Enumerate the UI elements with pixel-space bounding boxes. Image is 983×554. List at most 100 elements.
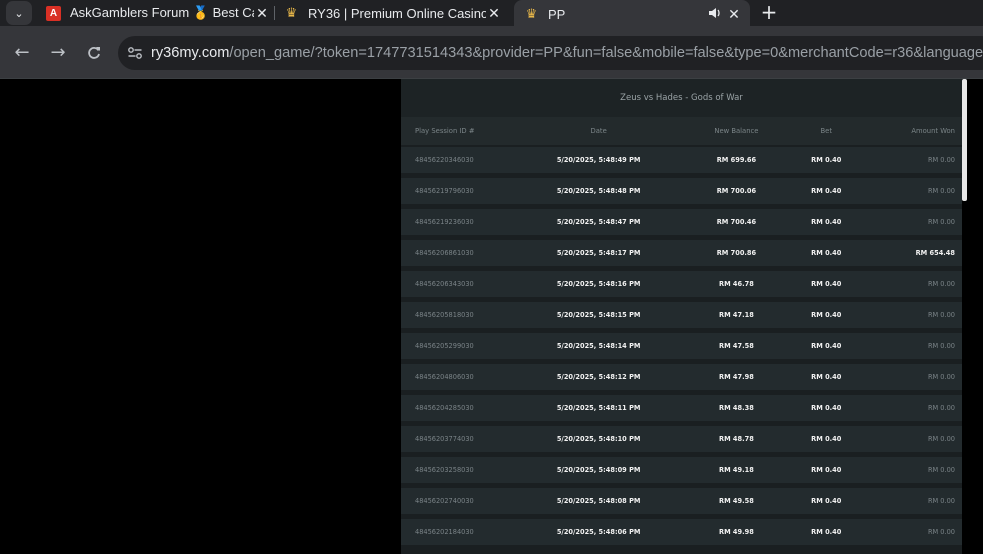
url-host: ry36my.com: [151, 45, 230, 61]
new-balance-cell: RM 49.98: [719, 528, 754, 536]
back-arrow-icon[interactable]: ←: [9, 40, 35, 66]
tab-title: PP: [548, 6, 566, 22]
new-tab-button[interactable]: +: [759, 1, 779, 23]
scrollbar-thumb[interactable]: [962, 79, 967, 201]
new-balance-cell: RM 47.58: [719, 342, 754, 350]
url-path: /open_game/?token=1747731514343&provider…: [229, 45, 983, 61]
session-id-cell: 48456205299030: [415, 342, 474, 350]
tab-search-button[interactable]: ⌄: [6, 1, 32, 25]
amount-won-cell: RM 0.00: [927, 280, 955, 288]
session-id-cell: 48456203258030: [415, 466, 474, 474]
column-header-bet: Bet: [820, 127, 832, 135]
session-id-cell: 48456204806030: [415, 373, 474, 381]
amount-won-cell: RM 0.00: [927, 373, 955, 381]
amount-won-cell: RM 654.48: [915, 249, 955, 257]
session-id-cell: 48456220346030: [415, 156, 474, 164]
chevron-down-icon: ⌄: [14, 6, 24, 20]
amount-won-cell: RM 0.00: [927, 342, 955, 350]
table-row[interactable]: 48456220346030 5/20/2025, 5:48:49 PM RM 69…: [401, 147, 962, 173]
new-balance-cell: RM 47.98: [719, 373, 754, 381]
amount-won-cell: RM 0.00: [927, 435, 955, 443]
session-id-cell: 48456219236030: [415, 218, 474, 226]
bet-cell: RM 0.40: [811, 156, 842, 164]
askgamblers-icon: A: [46, 5, 61, 21]
table-row[interactable]: 48456204806030 5/20/2025, 5:48:12 PM RM 47…: [401, 364, 962, 390]
session-id-cell: 48456219796030: [415, 187, 474, 195]
speaker-icon[interactable]: [706, 6, 722, 22]
tab-title: AskGamblers Forum 🥇 Best Casino: [70, 5, 254, 20]
new-balance-cell: RM 49.58: [719, 497, 754, 505]
session-id-cell: 48456204285030: [415, 404, 474, 412]
bet-cell: RM 0.40: [811, 311, 842, 319]
address-bar[interactable]: ry36my.com/open_game/?token=174773151434…: [118, 36, 983, 70]
close-tab-icon[interactable]: ✕: [486, 5, 502, 22]
session-id-cell: 48456206861030: [415, 249, 474, 257]
amount-won-cell: RM 0.00: [927, 311, 955, 319]
table-row[interactable]: 48456205299030 5/20/2025, 5:48:14 PM RM 47…: [401, 333, 962, 359]
amount-won-cell: RM 0.00: [927, 218, 955, 226]
tab-askgamblers[interactable]: A AskGamblers Forum 🥇 Best Casino ✕: [46, 0, 270, 26]
table-row[interactable]: 48456203258030 5/20/2025, 5:48:09 PM RM 49…: [401, 457, 962, 483]
date-cell: 5/20/2025, 5:48:08 PM: [556, 497, 641, 505]
date-cell: 5/20/2025, 5:48:48 PM: [556, 187, 641, 195]
date-cell: 5/20/2025, 5:48:06 PM: [556, 528, 641, 536]
history-table-body: 48456220346030 5/20/2025, 5:48:49 PM RM 69…: [401, 147, 962, 545]
bet-cell: RM 0.40: [811, 249, 842, 257]
crown-icon: ♛: [525, 6, 538, 21]
new-balance-cell: RM 699.66: [716, 156, 757, 164]
amount-won-cell: RM 0.00: [927, 187, 955, 195]
url-text: ry36my.com/open_game/?token=174773151434…: [151, 45, 983, 61]
column-header-amount-won: Amount Won: [911, 127, 955, 135]
history-table-header: Play Session ID # Date New Balance Bet A…: [401, 117, 962, 145]
table-row[interactable]: 48456202740030 5/20/2025, 5:48:08 PM RM 49…: [401, 488, 962, 514]
date-cell: 5/20/2025, 5:48:12 PM: [556, 373, 641, 381]
close-tab-icon[interactable]: ✕: [254, 5, 270, 22]
table-row[interactable]: 48456206861030 5/20/2025, 5:48:17 PM RM 70…: [401, 240, 962, 266]
date-cell: 5/20/2025, 5:48:15 PM: [556, 311, 641, 319]
tab-ry36[interactable]: ♛ RY36 | Premium Online Casino Games ✕: [284, 0, 502, 26]
table-row[interactable]: 48456202184030 5/20/2025, 5:48:06 PM RM 49…: [401, 519, 962, 545]
date-cell: 5/20/2025, 5:48:11 PM: [556, 404, 641, 412]
tab-title: RY36 | Premium Online Casino Games: [308, 5, 486, 21]
browser-toolbar: ← → ry36my.com/open_game/?token=17477315…: [0, 26, 983, 78]
amount-won-cell: RM 0.00: [927, 528, 955, 536]
date-cell: 5/20/2025, 5:48:09 PM: [556, 466, 641, 474]
bet-cell: RM 0.40: [811, 280, 842, 288]
new-balance-cell: RM 48.78: [719, 435, 754, 443]
new-balance-cell: RM 700.46: [716, 218, 757, 226]
new-balance-cell: RM 47.18: [719, 311, 754, 319]
date-cell: 5/20/2025, 5:48:14 PM: [556, 342, 641, 350]
column-header-date: Date: [590, 127, 607, 135]
table-row[interactable]: 48456206343030 5/20/2025, 5:48:16 PM RM 46…: [401, 271, 962, 297]
bet-cell: RM 0.40: [811, 218, 842, 226]
site-info-icon[interactable]: [127, 43, 143, 63]
new-balance-cell: RM 48.38: [719, 404, 754, 412]
bet-cell: RM 0.40: [811, 466, 842, 474]
forward-arrow-icon[interactable]: →: [45, 40, 71, 66]
date-cell: 5/20/2025, 5:48:47 PM: [556, 218, 641, 226]
session-id-cell: 48456203774030: [415, 435, 474, 443]
bet-cell: RM 0.40: [811, 497, 842, 505]
table-row[interactable]: 48456205818030 5/20/2025, 5:48:15 PM RM 47…: [401, 302, 962, 328]
reload-icon[interactable]: [81, 40, 107, 66]
game-title: Zeus vs Hades - Gods of War: [401, 79, 962, 117]
amount-won-cell: RM 0.00: [927, 497, 955, 505]
session-id-cell: 48456206343030: [415, 280, 474, 288]
new-balance-cell: RM 46.78: [719, 280, 754, 288]
amount-won-cell: RM 0.00: [927, 404, 955, 412]
bet-cell: RM 0.40: [811, 187, 842, 195]
tab-pp[interactable]: ♛ PP ✕: [514, 0, 750, 28]
table-row[interactable]: 48456219236030 5/20/2025, 5:48:47 PM RM 70…: [401, 209, 962, 235]
table-row[interactable]: 48456203774030 5/20/2025, 5:48:10 PM RM 48…: [401, 426, 962, 452]
table-row[interactable]: 48456219796030 5/20/2025, 5:48:48 PM RM 70…: [401, 178, 962, 204]
session-id-cell: 48456205818030: [415, 311, 474, 319]
bet-cell: RM 0.40: [811, 528, 842, 536]
new-balance-cell: RM 49.18: [719, 466, 754, 474]
close-tab-icon[interactable]: ✕: [726, 6, 742, 23]
amount-won-cell: RM 0.00: [927, 156, 955, 164]
column-header-new-balance: New Balance: [714, 127, 759, 135]
bet-cell: RM 0.40: [811, 435, 842, 443]
date-cell: 5/20/2025, 5:48:17 PM: [556, 249, 641, 257]
column-header-session-id: Play Session ID #: [415, 127, 475, 135]
table-row[interactable]: 48456204285030 5/20/2025, 5:48:11 PM RM 48…: [401, 395, 962, 421]
